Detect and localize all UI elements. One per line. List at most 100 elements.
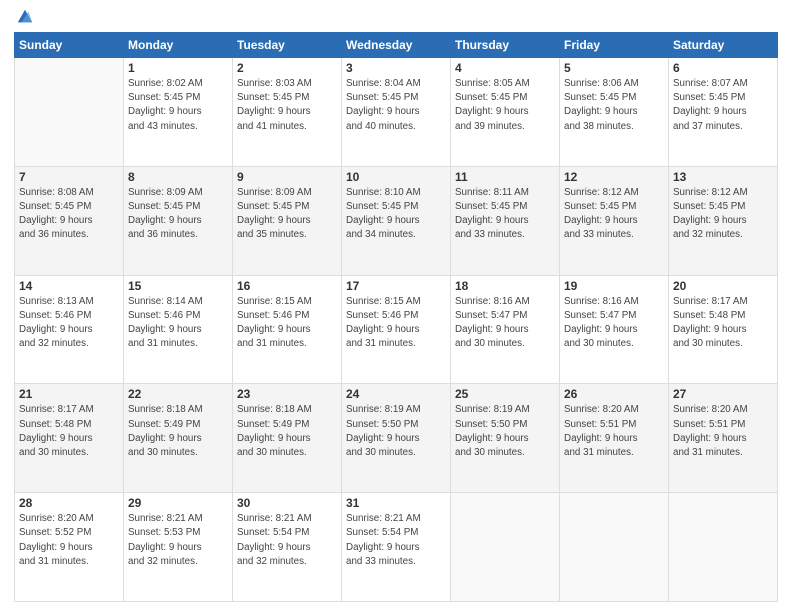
calendar-day-cell: 5 Sunrise: 8:06 AMSunset: 5:45 PMDaylight…	[560, 58, 669, 167]
calendar-day-cell: 13 Sunrise: 8:12 AMSunset: 5:45 PMDayligh…	[669, 166, 778, 275]
calendar-header-row: SundayMondayTuesdayWednesdayThursdayFrid…	[15, 33, 778, 58]
calendar-day-cell: 20 Sunrise: 8:17 AMSunset: 5:48 PMDayligh…	[669, 275, 778, 384]
day-info: Sunrise: 8:20 AMSunset: 5:52 PMDaylight:…	[19, 512, 119, 569]
day-info: Sunrise: 8:05 AMSunset: 5:45 PMDaylight:…	[455, 77, 555, 134]
day-info: Sunrise: 8:16 AMSunset: 5:47 PMDaylight:…	[455, 295, 555, 352]
logo-icon	[16, 8, 34, 26]
calendar-day-cell: 8 Sunrise: 8:09 AMSunset: 5:45 PMDaylight…	[124, 166, 233, 275]
day-number: 27	[673, 387, 773, 401]
day-info: Sunrise: 8:18 AMSunset: 5:49 PMDaylight:…	[237, 403, 337, 460]
calendar-day-cell: 11 Sunrise: 8:11 AMSunset: 5:45 PMDayligh…	[451, 166, 560, 275]
day-info: Sunrise: 8:09 AMSunset: 5:45 PMDaylight:…	[128, 186, 228, 243]
day-number: 20	[673, 279, 773, 293]
day-number: 7	[19, 170, 119, 184]
day-number: 6	[673, 61, 773, 75]
calendar-day-cell: 6Sunrise: 8:07 AMSunset: 5:45 PMDaylight…	[669, 58, 778, 167]
calendar-day-cell: 14 Sunrise: 8:13 AMSunset: 5:46 PMDayligh…	[15, 275, 124, 384]
day-number: 21	[19, 387, 119, 401]
day-number: 5	[564, 61, 664, 75]
day-number: 1	[128, 61, 228, 75]
calendar-day-cell: 25Sunrise: 8:19 AMSunset: 5:50 PMDayligh…	[451, 384, 560, 493]
day-number: 17	[346, 279, 446, 293]
calendar-day-cell	[669, 493, 778, 602]
logo	[14, 14, 34, 26]
day-info: Sunrise: 8:02 AMSunset: 5:45 PMDaylight:…	[128, 77, 228, 134]
day-info: Sunrise: 8:20 AMSunset: 5:51 PMDaylight:…	[673, 403, 773, 460]
day-number: 13	[673, 170, 773, 184]
day-number: 8	[128, 170, 228, 184]
calendar-day-cell: 21 Sunrise: 8:17 AMSunset: 5:48 PMDayligh…	[15, 384, 124, 493]
day-number: 24	[346, 387, 446, 401]
calendar-day-cell: 23 Sunrise: 8:18 AMSunset: 5:49 PMDayligh…	[233, 384, 342, 493]
calendar-day-cell: 16 Sunrise: 8:15 AMSunset: 5:46 PMDayligh…	[233, 275, 342, 384]
calendar: SundayMondayTuesdayWednesdayThursdayFrid…	[14, 32, 778, 602]
day-of-week-header: Sunday	[15, 33, 124, 58]
day-of-week-header: Saturday	[669, 33, 778, 58]
day-of-week-header: Monday	[124, 33, 233, 58]
day-info: Sunrise: 8:18 AMSunset: 5:49 PMDaylight:…	[128, 403, 228, 460]
day-info: Sunrise: 8:14 AMSunset: 5:46 PMDaylight:…	[128, 295, 228, 352]
day-info: Sunrise: 8:16 AMSunset: 5:47 PMDaylight:…	[564, 295, 664, 352]
day-info: Sunrise: 8:17 AMSunset: 5:48 PMDaylight:…	[19, 403, 119, 460]
day-info: Sunrise: 8:12 AMSunset: 5:45 PMDaylight:…	[564, 186, 664, 243]
day-number: 11	[455, 170, 555, 184]
calendar-day-cell: 3Sunrise: 8:04 AMSunset: 5:45 PMDaylight…	[342, 58, 451, 167]
calendar-week-row: 21 Sunrise: 8:17 AMSunset: 5:48 PMDayligh…	[15, 384, 778, 493]
day-number: 14	[19, 279, 119, 293]
day-info: Sunrise: 8:20 AMSunset: 5:51 PMDaylight:…	[564, 403, 664, 460]
day-info: Sunrise: 8:06 AMSunset: 5:45 PMDaylight:…	[564, 77, 664, 134]
day-info: Sunrise: 8:21 AMSunset: 5:53 PMDaylight:…	[128, 512, 228, 569]
day-number: 15	[128, 279, 228, 293]
day-number: 12	[564, 170, 664, 184]
calendar-day-cell: 10 Sunrise: 8:10 AMSunset: 5:45 PMDayligh…	[342, 166, 451, 275]
day-info: Sunrise: 8:15 AMSunset: 5:46 PMDaylight:…	[346, 295, 446, 352]
day-number: 10	[346, 170, 446, 184]
calendar-day-cell: 9 Sunrise: 8:09 AMSunset: 5:45 PMDaylight…	[233, 166, 342, 275]
day-number: 16	[237, 279, 337, 293]
day-number: 19	[564, 279, 664, 293]
day-info: Sunrise: 8:13 AMSunset: 5:46 PMDaylight:…	[19, 295, 119, 352]
calendar-day-cell: 31Sunrise: 8:21 AMSunset: 5:54 PMDayligh…	[342, 493, 451, 602]
day-info: Sunrise: 8:19 AMSunset: 5:50 PMDaylight:…	[455, 403, 555, 460]
day-info: Sunrise: 8:08 AMSunset: 5:45 PMDaylight:…	[19, 186, 119, 243]
day-of-week-header: Friday	[560, 33, 669, 58]
day-info: Sunrise: 8:04 AMSunset: 5:45 PMDaylight:…	[346, 77, 446, 134]
calendar-day-cell: 19 Sunrise: 8:16 AMSunset: 5:47 PMDayligh…	[560, 275, 669, 384]
day-info: Sunrise: 8:19 AMSunset: 5:50 PMDaylight:…	[346, 403, 446, 460]
day-number: 9	[237, 170, 337, 184]
day-number: 23	[237, 387, 337, 401]
calendar-day-cell: 12 Sunrise: 8:12 AMSunset: 5:45 PMDayligh…	[560, 166, 669, 275]
header	[14, 10, 778, 26]
day-number: 31	[346, 496, 446, 510]
calendar-week-row: 14 Sunrise: 8:13 AMSunset: 5:46 PMDayligh…	[15, 275, 778, 384]
day-number: 29	[128, 496, 228, 510]
calendar-day-cell: 15 Sunrise: 8:14 AMSunset: 5:46 PMDayligh…	[124, 275, 233, 384]
calendar-day-cell: 2Sunrise: 8:03 AMSunset: 5:45 PMDaylight…	[233, 58, 342, 167]
day-of-week-header: Wednesday	[342, 33, 451, 58]
calendar-day-cell: 4 Sunrise: 8:05 AMSunset: 5:45 PMDaylight…	[451, 58, 560, 167]
day-number: 18	[455, 279, 555, 293]
day-number: 22	[128, 387, 228, 401]
calendar-day-cell: 22 Sunrise: 8:18 AMSunset: 5:49 PMDayligh…	[124, 384, 233, 493]
day-info: Sunrise: 8:15 AMSunset: 5:46 PMDaylight:…	[237, 295, 337, 352]
day-of-week-header: Thursday	[451, 33, 560, 58]
calendar-day-cell: 24 Sunrise: 8:19 AMSunset: 5:50 PMDayligh…	[342, 384, 451, 493]
day-number: 4	[455, 61, 555, 75]
calendar-day-cell: 17 Sunrise: 8:15 AMSunset: 5:46 PMDayligh…	[342, 275, 451, 384]
calendar-day-cell: 30Sunrise: 8:21 AMSunset: 5:54 PMDayligh…	[233, 493, 342, 602]
calendar-day-cell: 27 Sunrise: 8:20 AMSunset: 5:51 PMDayligh…	[669, 384, 778, 493]
day-number: 30	[237, 496, 337, 510]
day-info: Sunrise: 8:12 AMSunset: 5:45 PMDaylight:…	[673, 186, 773, 243]
day-info: Sunrise: 8:10 AMSunset: 5:45 PMDaylight:…	[346, 186, 446, 243]
day-of-week-header: Tuesday	[233, 33, 342, 58]
calendar-day-cell	[15, 58, 124, 167]
calendar-day-cell: 26Sunrise: 8:20 AMSunset: 5:51 PMDayligh…	[560, 384, 669, 493]
calendar-day-cell: 28 Sunrise: 8:20 AMSunset: 5:52 PMDayligh…	[15, 493, 124, 602]
day-info: Sunrise: 8:11 AMSunset: 5:45 PMDaylight:…	[455, 186, 555, 243]
day-info: Sunrise: 8:17 AMSunset: 5:48 PMDaylight:…	[673, 295, 773, 352]
calendar-day-cell: 18 Sunrise: 8:16 AMSunset: 5:47 PMDayligh…	[451, 275, 560, 384]
day-number: 28	[19, 496, 119, 510]
day-info: Sunrise: 8:09 AMSunset: 5:45 PMDaylight:…	[237, 186, 337, 243]
calendar-day-cell	[560, 493, 669, 602]
calendar-day-cell: 29 Sunrise: 8:21 AMSunset: 5:53 PMDayligh…	[124, 493, 233, 602]
